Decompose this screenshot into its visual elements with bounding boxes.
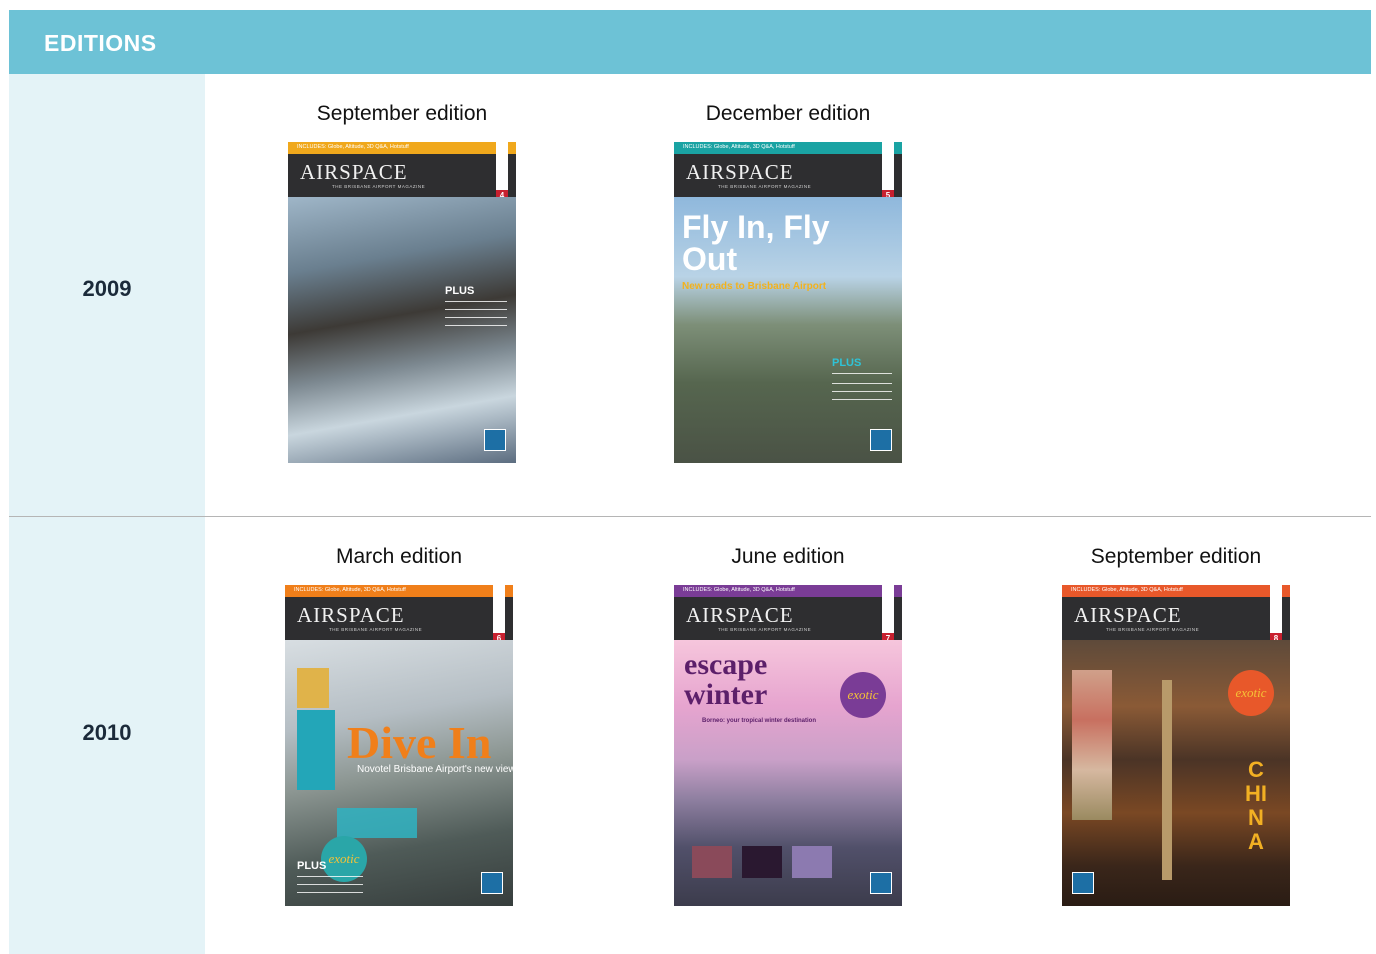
cover-strip: INCLUDES: Globe, Altitude, 3D Q&A, Hotst… <box>674 142 902 154</box>
cover-subheadline: Borneo: your tropical winter destination <box>702 718 817 724</box>
year-label-2010: 2010 <box>82 720 132 745</box>
edition-2010-september[interactable]: September edition INCLUDES: Globe, Altit… <box>1062 545 1290 906</box>
magazine-cover[interactable]: INCLUDES: Globe, Altitude, 3D Q&A, Hotst… <box>674 142 902 463</box>
editions-title: EDITIONS <box>44 30 157 56</box>
magazine-cover[interactable]: INCLUDES: Globe, Altitude, 3D Q&A, Hotst… <box>1062 585 1290 906</box>
cover-strip: INCLUDES: Globe, Altitude, 3D Q&A, Hotst… <box>674 585 902 597</box>
edition-2010-june[interactable]: June edition INCLUDES: Globe, Altitude, … <box>674 545 902 906</box>
edition-title[interactable]: September edition <box>252 102 552 126</box>
airport-logo-icon <box>870 429 892 451</box>
masthead-tagline: THE BRISBANE AIRPORT MAGAZINE <box>718 184 812 189</box>
edition-title[interactable]: June edition <box>638 545 938 569</box>
magazine-cover[interactable]: INCLUDES: Globe, Altitude, 3D Q&A, Hotst… <box>285 585 513 906</box>
airport-logo-icon <box>484 429 506 451</box>
cover-photo: escape winter Borneo: your tropical wint… <box>674 640 902 906</box>
masthead-tagline: THE BRISBANE AIRPORT MAGAZINE <box>1106 627 1200 632</box>
cover-includes: INCLUDES: Globe, Altitude, 3D Q&A, Hotst… <box>683 144 795 150</box>
cover-strip: INCLUDES: Globe, Altitude, 3D Q&A, Hotst… <box>288 142 516 154</box>
edition-title[interactable]: March edition <box>249 545 549 569</box>
cover-headline: Dive In <box>347 717 492 768</box>
tower-graphic <box>1162 680 1172 880</box>
cover-strip: INCLUDES: Globe, Altitude, 3D Q&A, Hotst… <box>1062 585 1290 597</box>
magazine-cover[interactable]: INCLUDES: Globe, Altitude, 3D Q&A, Hotst… <box>288 142 516 463</box>
cover-photo: Dive In Novotel Brisbane Airport's new v… <box>285 640 513 906</box>
masthead-logo: AIRSPACE <box>1074 603 1182 627</box>
cover-headline: CHINA <box>1245 757 1267 854</box>
cover-masthead: AIRSPACE THE BRISBANE AIRPORT MAGAZINE <box>1062 597 1290 640</box>
cover-plus: PLUS <box>297 860 327 872</box>
exotic-stamp: exotic <box>1228 670 1274 716</box>
cover-includes: INCLUDES: Globe, Altitude, 3D Q&A, Hotst… <box>297 144 409 150</box>
editions-panel: EDITIONS 2009 September edition INCLUDES… <box>9 10 1371 954</box>
cover-plus: PLUS <box>832 357 862 369</box>
row-divider <box>9 516 1371 517</box>
edition-2009-september[interactable]: September edition INCLUDES: Globe, Altit… <box>288 102 516 463</box>
cover-photo: PLUS <box>288 197 516 463</box>
airport-logo-icon <box>481 872 503 894</box>
cover-subheadline: New roads to Brisbane Airport <box>682 281 827 292</box>
masthead-logo: AIRSPACE <box>297 603 405 627</box>
thumb-3 <box>792 846 832 878</box>
cover-inset-photo <box>297 668 329 708</box>
year-column <box>9 74 205 954</box>
edition-title[interactable]: September edition <box>1026 545 1326 569</box>
editions-header: EDITIONS <box>9 10 1371 74</box>
masthead-tagline: THE BRISBANE AIRPORT MAGAZINE <box>718 627 812 632</box>
thumb-1 <box>692 846 732 878</box>
airport-logo-icon <box>1072 872 1094 894</box>
cover-photo: Fly In, Fly Out New roads to Brisbane Ai… <box>674 197 902 463</box>
cover-subheadline: Novotel Brisbane Airport's new view <box>357 764 513 775</box>
magazine-cover[interactable]: INCLUDES: Globe, Altitude, 3D Q&A, Hotst… <box>674 585 902 906</box>
cover-masthead: AIRSPACE THE BRISBANE AIRPORT MAGAZINE <box>285 597 513 640</box>
edition-2010-march[interactable]: March edition INCLUDES: Globe, Altitude,… <box>285 545 513 906</box>
cover-masthead: AIRSPACE THE BRISBANE AIRPORT MAGAZINE <box>674 597 902 640</box>
cover-headline: Fly In, Fly Out <box>682 209 830 277</box>
edition-2009-december[interactable]: December edition INCLUDES: Globe, Altitu… <box>674 102 902 463</box>
edition-title[interactable]: December edition <box>638 102 938 126</box>
cover-headline: escape winter <box>684 648 768 711</box>
cover-masthead: AIRSPACE THE BRISBANE AIRPORT MAGAZINE <box>288 154 516 197</box>
masthead-logo: AIRSPACE <box>686 603 794 627</box>
cover-masthead: AIRSPACE THE BRISBANE AIRPORT MAGAZINE <box>674 154 902 197</box>
cover-sidebar-panel <box>297 710 335 790</box>
pool-window <box>337 808 417 838</box>
exotic-stamp: exotic <box>840 672 886 718</box>
masthead-logo: AIRSPACE <box>686 160 794 184</box>
cover-includes: INCLUDES: Globe, Altitude, 3D Q&A, Hotst… <box>294 587 406 593</box>
masthead-tagline: THE BRISBANE AIRPORT MAGAZINE <box>332 184 426 189</box>
cover-strip: INCLUDES: Globe, Altitude, 3D Q&A, Hotst… <box>285 585 513 597</box>
cover-includes: INCLUDES: Globe, Altitude, 3D Q&A, Hotst… <box>1071 587 1183 593</box>
year-label-2009: 2009 <box>82 276 132 301</box>
thumb-2 <box>742 846 782 878</box>
cover-includes: INCLUDES: Globe, Altitude, 3D Q&A, Hotst… <box>683 587 795 593</box>
cover-photo: exotic CHINA <box>1062 640 1290 906</box>
masthead-logo: AIRSPACE <box>300 160 408 184</box>
masthead-tagline: THE BRISBANE AIRPORT MAGAZINE <box>329 627 423 632</box>
cover-plus: PLUS <box>445 285 475 297</box>
cover-photo-strip <box>1072 670 1112 820</box>
airport-logo-icon <box>870 872 892 894</box>
